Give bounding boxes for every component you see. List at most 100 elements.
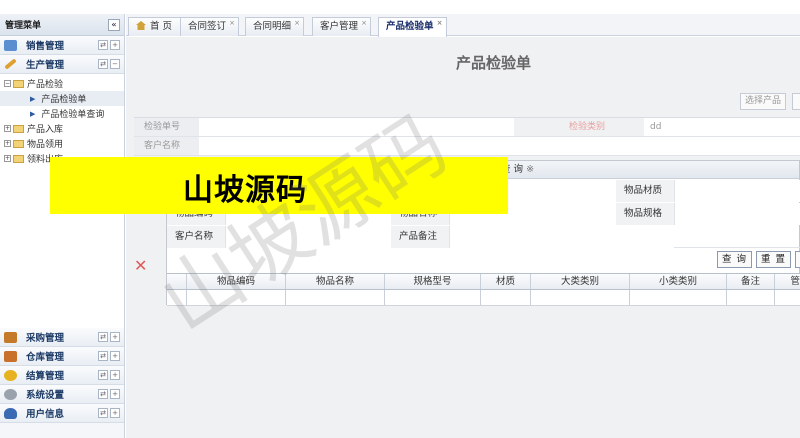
item-material-field[interactable] [674, 180, 800, 202]
sidebar-section-purchasing[interactable]: 采购管理 ⇄ + [0, 328, 124, 347]
refresh-icon[interactable]: ⇄ [98, 408, 108, 418]
table-cell [481, 290, 531, 305]
inspection-type-label: 检验类别 [514, 118, 644, 136]
column-header[interactable]: 备注 [727, 274, 775, 289]
folder-icon [13, 124, 24, 133]
tree-node-label: 物品领用 [27, 140, 64, 150]
refresh-icon[interactable]: ⇄ [98, 389, 108, 399]
more-button[interactable] [795, 251, 800, 268]
sidebar-header: 管理菜单 « [0, 14, 124, 36]
page-title: 产品检验单 [456, 54, 532, 72]
refresh-icon[interactable]: ⇄ [98, 59, 108, 69]
customer-field[interactable] [199, 137, 800, 155]
refresh-icon[interactable]: ⇄ [98, 332, 108, 342]
tab-home[interactable]: 首 页 [128, 17, 186, 36]
expand-icon[interactable]: + [110, 332, 120, 342]
tab-contract-detail[interactable]: 合同明细 × [245, 14, 305, 36]
triangle-right-icon: ▶ [30, 94, 36, 103]
inspection-type-field[interactable]: dd [644, 118, 800, 136]
query-button[interactable]: 查 询 [717, 251, 753, 268]
folder-icon [13, 154, 24, 163]
expand-icon[interactable]: + [110, 370, 120, 380]
column-header[interactable]: 物品编码 [187, 274, 286, 289]
triangle-right-icon: ▶ [30, 109, 36, 118]
tree-node-label: 产品检验 [27, 80, 64, 90]
coins-icon [4, 369, 17, 381]
inspection-form: 检验单号 检验类别 dd 客户名称 [134, 117, 800, 156]
delete-icon[interactable]: ✕ [134, 256, 147, 275]
refresh-icon[interactable]: ⇄ [98, 370, 108, 380]
query-row: 客户名称 产品备注 [167, 226, 800, 248]
box-icon [4, 350, 17, 362]
table-cell [775, 290, 800, 305]
expand-icon[interactable]: + [110, 389, 120, 399]
table-cell [187, 290, 286, 305]
grid-header: 物品编码 物品名称 规格型号 材质 大类类别 小类类别 备注 管 [167, 274, 800, 290]
customer-name-field[interactable] [225, 226, 391, 248]
tree-expand-icon[interactable]: + [4, 140, 11, 147]
tree-expand-icon[interactable]: + [4, 125, 11, 132]
column-header[interactable]: 大类类别 [531, 274, 630, 289]
sidebar: 管理菜单 « 销售管理 ⇄ + 生产管理 ⇄ − − 产品检验 ▶ 产品检验单 [0, 14, 125, 438]
table-cell [630, 290, 727, 305]
gear-icon [4, 388, 17, 400]
tree-node-item-requisition[interactable]: + 物品领用 [0, 136, 124, 151]
row-checkbox-header[interactable] [167, 274, 187, 289]
close-icon[interactable]: × [229, 14, 235, 32]
tree-collapse-icon[interactable]: − [4, 80, 11, 87]
tree-node-label: 产品检验单查询 [41, 110, 105, 120]
close-icon[interactable]: × [294, 14, 300, 32]
collapse-section-icon[interactable]: − [110, 59, 120, 69]
tree-node-inspection-form[interactable]: ▶ 产品检验单 [0, 91, 124, 106]
sidebar-section-user-info[interactable]: 用户信息 ⇄ + [0, 404, 124, 423]
close-icon[interactable]: × [437, 14, 443, 32]
table-cell [286, 290, 385, 305]
expand-icon[interactable]: + [110, 351, 120, 361]
select-product-button[interactable]: 选择产品 [740, 93, 787, 110]
column-header[interactable]: 规格型号 [385, 274, 481, 289]
tree-expand-icon[interactable]: + [4, 155, 11, 162]
sidebar-section-label: 销售管理 [26, 41, 65, 52]
tree-node-product-inspection[interactable]: − 产品检验 [0, 76, 124, 91]
sidebar-section-sales[interactable]: 销售管理 ⇄ + [0, 36, 124, 55]
item-spec-label: 物品规格 [616, 203, 674, 225]
cart-icon [4, 39, 17, 51]
column-header[interactable]: 材质 [481, 274, 531, 289]
sidebar-section-label: 结算管理 [26, 371, 65, 382]
tree-node-product-storage[interactable]: + 产品入库 [0, 121, 124, 136]
folder-icon [13, 139, 24, 148]
close-icon[interactable]: ※ [526, 164, 534, 175]
item-spec-field[interactable] [674, 203, 800, 225]
results-grid: 物品编码 物品名称 规格型号 材质 大类类别 小类类别 备注 管 [167, 273, 800, 306]
item-material-label: 物品材质 [616, 180, 674, 202]
sidebar-section-settlement[interactable]: 结算管理 ⇄ + [0, 366, 124, 385]
tab-label: 合同明细 [253, 21, 292, 32]
column-header[interactable]: 小类类别 [630, 274, 727, 289]
form-row: 客户名称 [134, 137, 800, 156]
sidebar-section-warehouse[interactable]: 仓库管理 ⇄ + [0, 347, 124, 366]
sidebar-section-settings[interactable]: 系统设置 ⇄ + [0, 385, 124, 404]
sidebar-section-production[interactable]: 生产管理 ⇄ − [0, 55, 124, 74]
tab-product-inspection[interactable]: 产品检验单 × [378, 17, 447, 37]
expand-icon[interactable]: + [110, 40, 120, 50]
tree-node-inspection-query[interactable]: ▶ 产品检验单查询 [0, 106, 124, 121]
expand-icon[interactable]: + [110, 408, 120, 418]
home-icon [136, 21, 146, 30]
folder-icon [13, 79, 24, 88]
close-icon[interactable]: × [361, 14, 367, 32]
tab-label: 产品检验单 [386, 21, 434, 32]
reset-button[interactable]: 重 置 [756, 251, 792, 268]
overflow-button[interactable] [792, 93, 800, 110]
refresh-icon[interactable]: ⇄ [98, 351, 108, 361]
sidebar-title: 管理菜单 [5, 21, 42, 31]
tab-contract-signing[interactable]: 合同签订 × [180, 14, 240, 36]
product-note-field[interactable] [449, 226, 616, 248]
collapse-icon[interactable]: « [108, 18, 120, 31]
inspection-no-field[interactable] [199, 118, 514, 136]
sidebar-section-label: 系统设置 [26, 390, 65, 401]
column-header[interactable]: 管 [775, 274, 800, 289]
column-header[interactable]: 物品名称 [286, 274, 385, 289]
tab-customer-management[interactable]: 客户管理 × [312, 14, 372, 36]
refresh-icon[interactable]: ⇄ [98, 40, 108, 50]
table-row[interactable] [167, 290, 800, 306]
